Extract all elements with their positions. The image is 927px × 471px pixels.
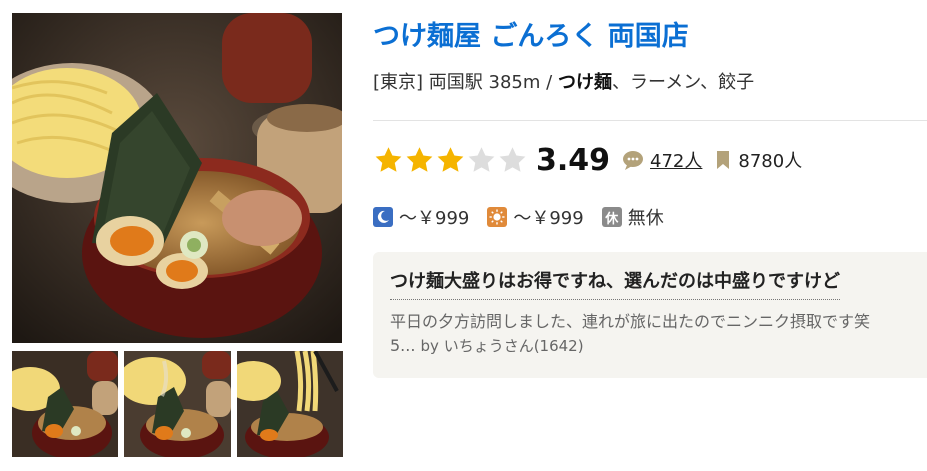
star-icon xyxy=(406,147,433,172)
star-icon xyxy=(375,147,402,172)
holiday-text: 無休 xyxy=(627,208,664,229)
dinner-budget: ～￥999 xyxy=(373,204,469,230)
review-count[interactable]: 472人 xyxy=(650,147,702,173)
moon-icon xyxy=(373,207,393,227)
review-body-line-1: 平日の夕方訪問しました、連れが旅に出たのでニンニク摂取です笑 xyxy=(390,312,871,331)
review-count-link[interactable]: 472人 xyxy=(622,147,702,173)
lunch-budget-text: ～￥999 xyxy=(513,208,584,229)
budget-row: ～￥999 ～￥999 休 無休 xyxy=(373,204,682,230)
divider xyxy=(373,120,927,121)
sun-icon xyxy=(487,207,508,227)
comment-icon xyxy=(623,151,644,170)
star-rating xyxy=(373,145,528,175)
thumbnail-photo-3[interactable] xyxy=(237,351,343,457)
review-author: by いちょうさん(1642) xyxy=(420,337,584,355)
lunch-budget: ～￥999 xyxy=(487,204,584,230)
bookmark-count: 8780人 xyxy=(716,147,802,173)
bookmark-count-text: 8780人 xyxy=(738,151,803,172)
main-photo[interactable] xyxy=(12,13,342,343)
restaurant-meta: [東京] 両国駅 385m / つけ麺、ラーメン、餃子 xyxy=(373,68,754,94)
dinner-budget-text: ～￥999 xyxy=(399,208,470,229)
area-label[interactable]: [東京] xyxy=(373,72,423,93)
star-icon xyxy=(499,147,526,172)
thumbnail-photo-1[interactable] xyxy=(12,351,118,457)
star-icon xyxy=(468,147,495,172)
review-title[interactable]: つけ麺大盛りはお得ですね、選んだのは中盛りですけど xyxy=(390,267,840,300)
rating-score: 3.49 xyxy=(536,142,611,178)
thumbnail-photo-2[interactable] xyxy=(124,351,231,457)
genre-main[interactable]: つけ麺 xyxy=(558,72,612,93)
rating-row: 3.49 472人 8780人 xyxy=(373,140,802,180)
station-label[interactable]: 両国駅 385m xyxy=(429,72,541,93)
holiday-info: 休 無休 xyxy=(601,204,664,230)
review-body-line-2: 5... xyxy=(390,336,416,355)
review-card[interactable]: つけ麺大盛りはお得ですね、選んだのは中盛りですけど 平日の夕方訪問しました、連れ… xyxy=(373,252,927,378)
bookmark-icon xyxy=(717,151,730,169)
holiday-icon: 休 xyxy=(601,207,622,227)
meta-separator: / xyxy=(546,72,553,93)
restaurant-name[interactable]: つけ麺屋 ごんろく 両国店 xyxy=(373,14,689,53)
review-body: 平日の夕方訪問しました、連れが旅に出たのでニンニク摂取です笑 5... by い… xyxy=(390,310,927,358)
genre-rest[interactable]: 、ラーメン、餃子 xyxy=(612,72,754,93)
star-icon xyxy=(437,147,464,172)
